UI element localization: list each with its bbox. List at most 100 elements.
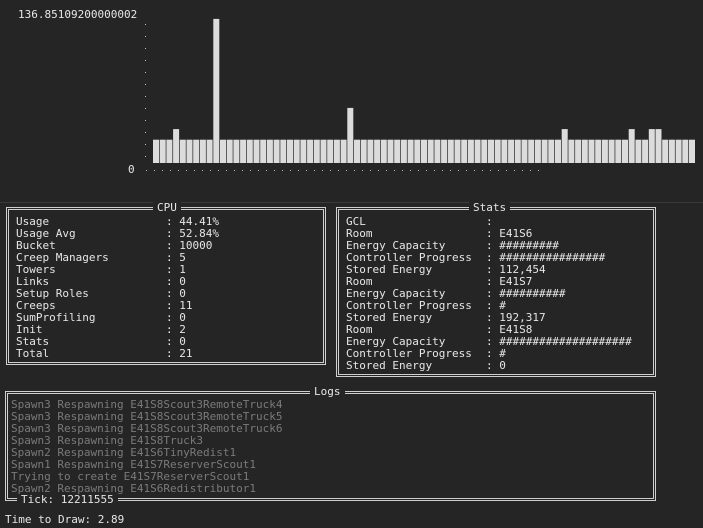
y-axis-dot — [145, 156, 146, 157]
chart-bar — [153, 139, 159, 163]
chart-bar — [655, 129, 662, 163]
x-axis-dot — [234, 170, 235, 171]
y-axis-dot — [145, 72, 146, 73]
x-axis-dot — [474, 170, 475, 171]
x-axis-dot — [378, 170, 379, 171]
chart-bar — [467, 139, 474, 163]
y-axis-dot — [145, 60, 146, 61]
x-axis-dot — [306, 170, 307, 171]
chart-bar — [628, 129, 635, 163]
x-axis-dot — [218, 170, 219, 171]
x-axis-dot — [250, 170, 251, 171]
stats-panel-title: Stats — [469, 201, 511, 215]
chart-bar — [340, 139, 347, 163]
chart-bar — [287, 139, 293, 163]
chart-bar — [534, 139, 541, 163]
chart-bar — [588, 139, 595, 163]
tick-counter: Tick: 12211555 — [17, 494, 118, 506]
chart-bar — [273, 139, 280, 163]
chart-bar — [293, 139, 300, 163]
chart-bar — [494, 139, 501, 163]
chart-bar — [186, 139, 193, 163]
chart-bar — [441, 139, 448, 163]
x-axis-dot — [282, 170, 283, 171]
cpu-panel: CPU Usage: 44.41% Usage Avg: 52.84% Bucket… — [6, 201, 326, 365]
chart-bar — [682, 139, 689, 163]
chart-bar — [394, 139, 401, 163]
chart-bar — [300, 139, 307, 163]
chart-bar — [622, 139, 628, 163]
x-axis-dot — [466, 170, 467, 171]
x-axis-dot — [354, 170, 355, 171]
chart-bar — [367, 139, 374, 163]
chart-bar — [642, 139, 649, 163]
chart-bar — [226, 139, 233, 163]
chart-bar — [595, 139, 602, 163]
x-axis-dot — [210, 170, 211, 171]
chart-bar — [333, 139, 340, 163]
x-axis-dot — [346, 170, 347, 171]
x-axis-dot — [490, 170, 491, 171]
logs-panel-title: Logs — [310, 385, 345, 399]
x-axis-dot — [178, 170, 179, 171]
chart-bar — [253, 139, 260, 163]
stats-row-key: Stored Energy — [346, 359, 433, 372]
x-axis-dot — [402, 170, 403, 171]
y-axis-dot — [145, 144, 146, 145]
chart-bar — [246, 139, 253, 163]
x-axis-dot — [450, 170, 451, 171]
chart-bar — [260, 139, 267, 163]
stats-row-value: : #################### — [486, 335, 632, 348]
chart-bar — [635, 139, 642, 163]
chart-bar — [166, 139, 173, 163]
chart-bar — [615, 139, 622, 163]
x-axis-dot — [186, 170, 187, 171]
chart-bar — [675, 139, 682, 163]
x-axis-dot — [162, 170, 163, 171]
logs-panel: Logs Spawn3 Respawning E41S8Scout3Remote… — [5, 385, 656, 506]
chart-bar — [360, 139, 367, 163]
chart-bar — [608, 139, 615, 163]
chart-bar — [266, 139, 273, 163]
x-axis-dot — [530, 170, 531, 171]
x-axis-dot — [298, 170, 299, 171]
chart-bar — [199, 139, 206, 163]
chart-bar — [280, 139, 287, 163]
x-axis-dot — [498, 170, 499, 171]
x-axis-dot — [290, 170, 291, 171]
y-axis-dot — [145, 24, 146, 25]
chart-bar — [601, 139, 608, 163]
x-axis-dot — [434, 170, 435, 171]
chart-bar — [648, 129, 655, 163]
chart-bar — [501, 139, 508, 163]
x-axis-dot — [338, 170, 339, 171]
x-axis-dot — [226, 170, 227, 171]
x-axis-dot — [274, 170, 275, 171]
chart-bar — [514, 139, 521, 163]
x-axis-dot — [426, 170, 427, 171]
chart-bar — [327, 139, 334, 163]
x-axis-dot — [146, 170, 147, 171]
y-axis-dot — [145, 120, 146, 121]
chart-ymax-label: 136.85109200000002 — [18, 8, 138, 21]
x-axis-dot — [538, 170, 539, 171]
chart-bar — [374, 139, 381, 163]
chart-bar — [173, 129, 180, 163]
y-axis-dot — [145, 132, 146, 133]
x-axis-dot — [386, 170, 387, 171]
chart-bar — [555, 139, 561, 163]
x-axis-dot — [242, 170, 243, 171]
chart-bar — [400, 139, 407, 163]
y-axis-dot — [145, 108, 146, 109]
y-axis-dot — [145, 84, 146, 85]
chart-bar — [240, 139, 247, 163]
chart-bar — [307, 139, 314, 163]
divider — [0, 202, 703, 203]
x-axis-dot — [202, 170, 203, 171]
chart-bar — [521, 139, 528, 163]
x-axis-dot — [370, 170, 371, 171]
cpu-history-chart — [145, 18, 695, 171]
x-axis-dot — [394, 170, 395, 171]
chart-bar — [414, 139, 421, 163]
chart-bar — [575, 139, 582, 163]
